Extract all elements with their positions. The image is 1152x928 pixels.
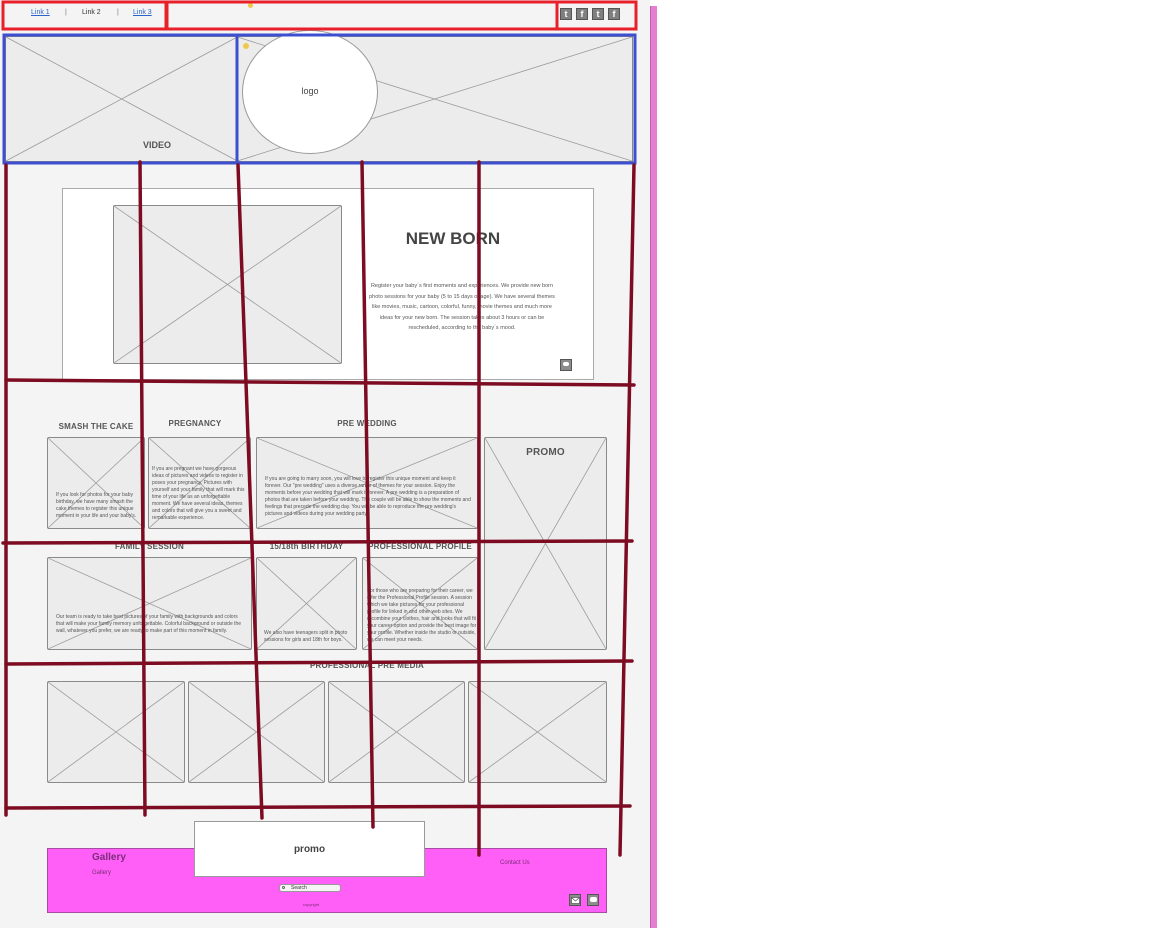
service-card-smash[interactable]: If you look for photos for your baby bir… <box>47 437 145 529</box>
facebook-icon[interactable]: f <box>608 8 620 20</box>
logo-label: logo <box>301 86 319 96</box>
service-title-family: FAMILY SESSION <box>114 542 185 551</box>
service-text: For those who are preparing for their ca… <box>367 588 477 643</box>
service-card-family[interactable]: Our team is ready to take best pictures … <box>47 557 252 650</box>
video-label: VIDEO <box>142 140 171 150</box>
service-text: If you are going to marry soon, you will… <box>265 476 471 517</box>
nav-link-1[interactable]: Link 1 <box>31 9 50 16</box>
nav-link-3[interactable]: Link 3 <box>133 9 152 16</box>
service-title-smash: SMASH THE CAKE <box>58 422 134 431</box>
nav-separator: | <box>117 9 119 16</box>
media-placeholder[interactable] <box>328 681 465 783</box>
mail-icon[interactable] <box>569 894 581 906</box>
right-edge-bar <box>650 6 657 928</box>
status-dot <box>248 3 253 8</box>
footer-gallery-title: Gallery <box>92 852 126 863</box>
service-title-professional: PROFESSIONAL PROFILE <box>368 542 472 551</box>
promo-side-card[interactable] <box>484 437 607 650</box>
newborn-title: NEW BORN <box>405 229 501 248</box>
media-placeholder[interactable] <box>468 681 607 783</box>
search-icon <box>282 886 285 889</box>
media-placeholder[interactable] <box>188 681 325 783</box>
social-icons: t f t f <box>560 8 624 22</box>
facebook-icon[interactable]: f <box>576 8 588 20</box>
search-input[interactable]: Search <box>279 884 341 892</box>
service-text: We also have teenagers split in photo se… <box>264 630 348 643</box>
service-title-pregnancy: PREGNANCY <box>168 419 222 428</box>
service-title-prewedding: PRE WEDDING <box>337 419 397 428</box>
newborn-text: Register your baby´s first moments and e… <box>369 283 555 331</box>
service-card-professional[interactable]: For those who are preparing for their ca… <box>362 557 478 650</box>
media-heading: PROFESSIONAL PRE MEDIA <box>309 661 425 670</box>
chat-bubble-icon[interactable] <box>560 359 572 371</box>
service-text: If you are pregnant we have gorgeous ide… <box>152 466 245 521</box>
footer-copyright: copyright <box>302 902 320 907</box>
search-value: Search <box>291 885 307 891</box>
nav-link-2[interactable]: Link 2 <box>82 9 101 16</box>
footer-promo-label: promo <box>293 844 326 855</box>
top-nav: Link 1 | Link 2 | Link 3 <box>31 8 171 22</box>
footer-contact-link[interactable]: Contact Us <box>500 860 530 866</box>
chat-bubble-icon[interactable] <box>587 894 599 906</box>
footer-gallery-link[interactable]: Gallery <box>92 870 111 876</box>
promo-side-title: PROMO <box>526 447 565 458</box>
twitter-icon[interactable]: t <box>560 8 572 20</box>
status-dot <box>243 43 249 49</box>
service-card-pregnancy[interactable]: If you are pregnant we have gorgeous ide… <box>148 437 251 529</box>
service-card-birthday[interactable]: We also have teenagers split in photo se… <box>256 557 357 650</box>
service-title-birthday: 15/18th BIRTHDAY <box>269 542 344 551</box>
service-text: If you look for photos for your baby bir… <box>56 492 137 519</box>
nav-separator: | <box>65 9 67 16</box>
twitter-icon[interactable]: t <box>592 8 604 20</box>
service-text: Our team is ready to take best pictures … <box>56 614 242 634</box>
media-placeholder[interactable] <box>47 681 185 783</box>
service-card-prewedding[interactable]: If you are going to marry soon, you will… <box>256 437 478 529</box>
newborn-image-placeholder <box>113 205 342 364</box>
